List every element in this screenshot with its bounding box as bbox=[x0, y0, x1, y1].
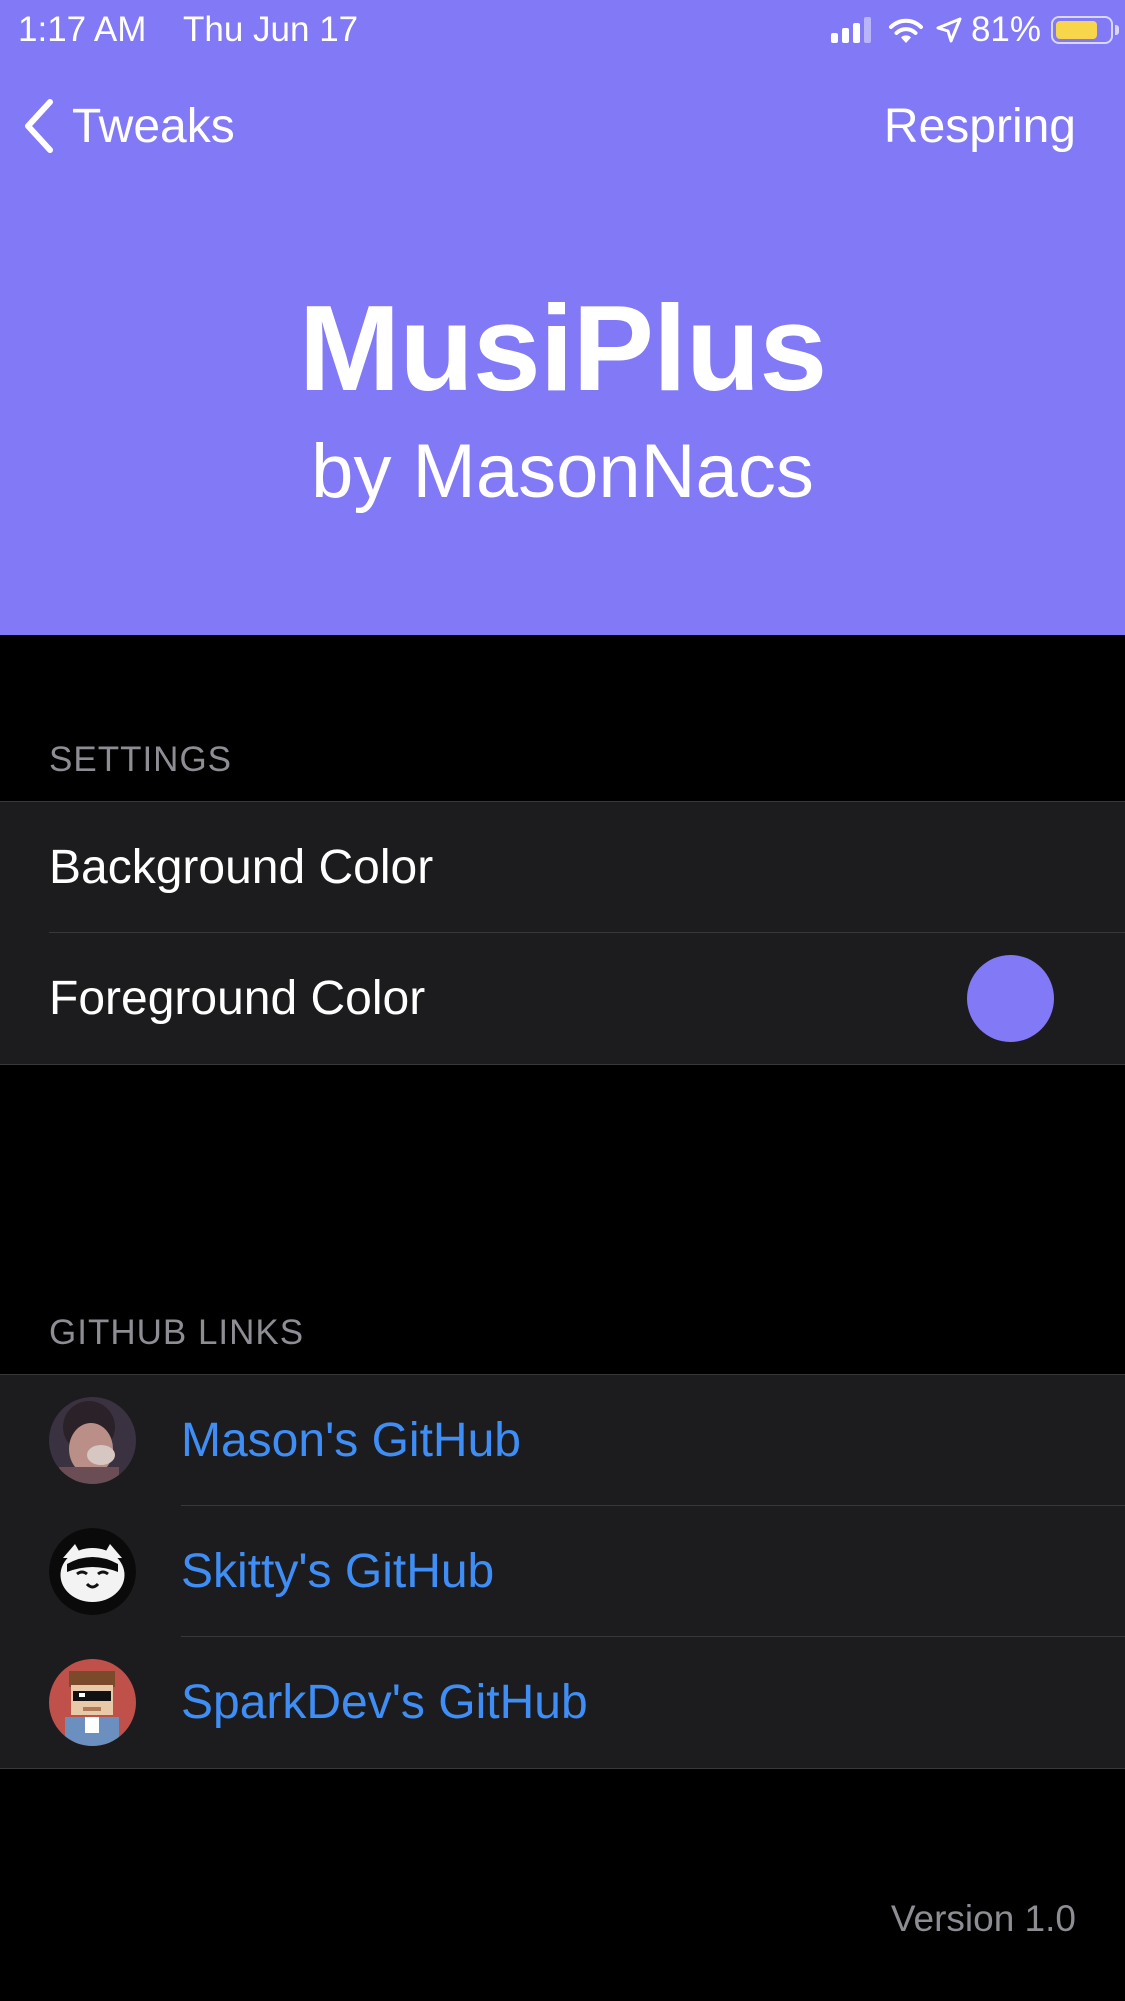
foreground-color-label: Foreground Color bbox=[49, 972, 426, 1025]
skitty-github-link[interactable]: Skitty's GitHub bbox=[0, 1506, 1125, 1637]
sparkdev-avatar bbox=[49, 1659, 136, 1746]
battery-fill bbox=[1056, 21, 1097, 39]
sparkdev-github-link[interactable]: SparkDev's GitHub bbox=[0, 1637, 1125, 1768]
status-bar: 1:17 AM Thu Jun 17 81% bbox=[0, 0, 1125, 60]
foreground-color-swatch[interactable] bbox=[967, 955, 1054, 1042]
mason-github-link[interactable]: Mason's GitHub bbox=[0, 1375, 1125, 1506]
status-time: 1:17 AM bbox=[18, 10, 147, 49]
skitty-avatar bbox=[49, 1528, 136, 1615]
github-links-section-header: GITHUB LINKS bbox=[49, 1313, 305, 1352]
respring-button[interactable]: Respring bbox=[884, 96, 1076, 156]
back-button[interactable]: Tweaks bbox=[22, 96, 235, 156]
status-indicators: 81% bbox=[830, 8, 1119, 52]
wifi-icon bbox=[888, 18, 923, 43]
location-arrow-icon bbox=[936, 17, 962, 43]
chevron-left-icon bbox=[25, 99, 53, 153]
foreground-color-row[interactable]: Foreground Color bbox=[0, 933, 1125, 1064]
back-button-label: Tweaks bbox=[72, 99, 235, 153]
github-links-group: Mason's GitHub Skitty's GitHub SparkDev'… bbox=[0, 1374, 1125, 1769]
background-color-swatch[interactable] bbox=[967, 824, 1054, 911]
mason-github-label: Mason's GitHub bbox=[181, 1414, 521, 1467]
background-color-row[interactable]: Background Color bbox=[0, 802, 1125, 933]
header-banner: 1:17 AM Thu Jun 17 81% Tweaks Respring M… bbox=[0, 0, 1125, 635]
cellular-signal-icon bbox=[830, 17, 871, 43]
status-date: Thu Jun 17 bbox=[183, 10, 359, 49]
page-subtitle: by MasonNacs bbox=[311, 429, 814, 514]
background-color-label: Background Color bbox=[49, 841, 434, 894]
skitty-github-label: Skitty's GitHub bbox=[181, 1545, 495, 1598]
sparkdev-github-label: SparkDev's GitHub bbox=[181, 1676, 588, 1729]
version-label: Version 1.0 bbox=[890, 1898, 1076, 1939]
battery-percent: 81% bbox=[970, 10, 1041, 49]
settings-group: Background Color Foreground Color bbox=[0, 801, 1125, 1065]
settings-section-header: SETTINGS bbox=[49, 740, 233, 779]
page-title: MusiPlus bbox=[298, 280, 828, 416]
mason-avatar bbox=[49, 1397, 136, 1484]
battery-icon bbox=[1051, 16, 1119, 44]
